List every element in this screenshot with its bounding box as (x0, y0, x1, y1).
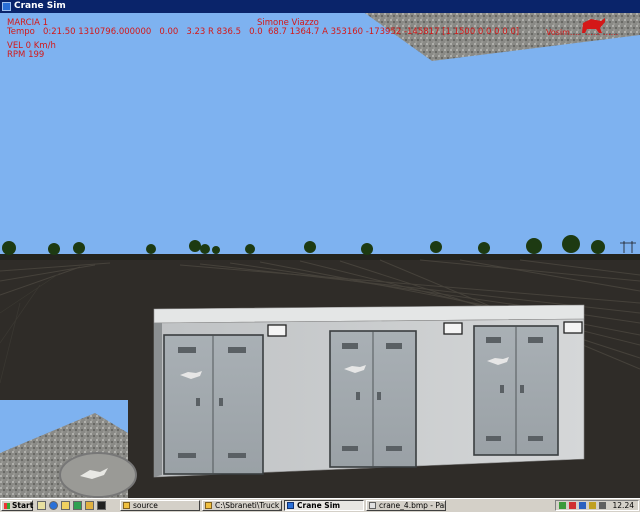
task-crane-sim[interactable]: Crane Sim (284, 500, 364, 511)
task-explorer[interactable]: C:\Sbraneti\Truck_Simulat... (202, 500, 282, 511)
app-icon (287, 502, 294, 509)
task-source[interactable]: source (120, 500, 200, 511)
windows-flag-icon (4, 503, 10, 509)
window-title: Crane Sim (14, 1, 66, 11)
folder-icon[interactable] (589, 502, 596, 509)
window-title-bar[interactable]: Crane Sim (0, 0, 640, 13)
task-paint[interactable]: crane_4.bmp - Paint (366, 500, 446, 511)
ie-icon[interactable] (49, 501, 58, 510)
task-label: Crane Sim (297, 501, 341, 510)
network-icon[interactable] (559, 502, 566, 509)
show-desktop-icon[interactable] (37, 501, 46, 510)
taskbar: Start source C:\Sbraneti\Truck_Simulat..… (0, 498, 640, 512)
volume-icon[interactable] (599, 502, 606, 509)
start-label: Start (12, 501, 34, 510)
hud-tempo-readout: Tempo 0:21.50 1310796.000000 0.00 3.23 R… (7, 27, 520, 37)
system-tray: 12.24 (555, 500, 639, 511)
sky (0, 13, 640, 258)
simulation-viewport[interactable]: MARCIA 1 Tempo 0:21.50 1310796.000000 0.… (0, 13, 640, 498)
task-label: C:\Sbraneti\Truck_Simulat... (215, 501, 281, 510)
electrical-cabinet (153, 304, 585, 478)
media-icon[interactable] (579, 502, 586, 509)
scene-3d (0, 13, 640, 498)
clock: 12.24 (612, 501, 634, 510)
folder-icon (123, 502, 130, 509)
antivirus-icon[interactable] (569, 502, 576, 509)
app-icon (2, 2, 11, 11)
hud-rpm: RPM 199 (7, 50, 45, 60)
media-icon[interactable] (73, 501, 82, 510)
task-label: source (133, 501, 158, 510)
task-label: crane_4.bmp - Paint (379, 501, 445, 510)
folder-icon[interactable] (85, 501, 94, 510)
hud-player-name: Simone Viazzo (257, 18, 319, 28)
ground-texture-inset (0, 400, 137, 498)
paint-icon (369, 502, 376, 509)
hud-corner-text: Vosim.... ...... ...... (546, 28, 619, 37)
start-button[interactable]: Start (1, 500, 33, 511)
outlook-icon[interactable] (61, 501, 70, 510)
cmd-icon[interactable] (97, 501, 106, 510)
folder-icon (205, 502, 212, 509)
